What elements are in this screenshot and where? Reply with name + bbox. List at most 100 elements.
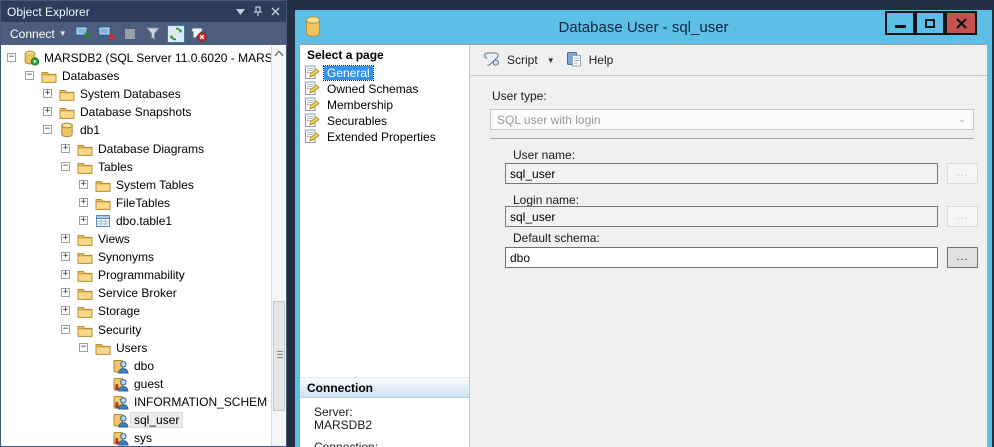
- tree-item-users[interactable]: − Users: [1, 339, 272, 357]
- folder-icon: [77, 303, 93, 319]
- scroll-up-icon[interactable]: [272, 46, 286, 61]
- error-log-icon[interactable]: [189, 24, 209, 43]
- tree-item-label: Database Diagrams: [95, 142, 207, 156]
- collapse-icon[interactable]: −: [7, 53, 16, 62]
- tree-item-system-databases[interactable]: +System Databases: [1, 85, 272, 103]
- tree-item-tables[interactable]: − Tables: [1, 158, 272, 176]
- tree-item-label: Tables: [95, 160, 136, 174]
- minimize-button[interactable]: [885, 11, 915, 35]
- user-type-value: SQL user with login: [497, 113, 601, 127]
- tree-item-db1[interactable]: − db1: [1, 121, 272, 139]
- chevron-down-icon[interactable]: [236, 9, 245, 15]
- tree-item-filetables[interactable]: +FileTables: [1, 194, 272, 212]
- tree-scrollbar[interactable]: [271, 46, 286, 446]
- expand-icon[interactable]: +: [61, 252, 70, 261]
- connect-server-icon[interactable]: [74, 24, 94, 43]
- tree-item-database-diagrams[interactable]: + Database Diagrams: [1, 140, 272, 158]
- page-item-general[interactable]: General: [304, 65, 464, 81]
- tree-item-database-snapshots[interactable]: +Database Snapshots: [1, 103, 272, 121]
- refresh-icon[interactable]: [166, 24, 186, 43]
- page-item-label: Owned Schemas: [324, 82, 421, 96]
- tree-item-dbo[interactable]: dbo: [1, 357, 272, 375]
- script-button[interactable]: Script: [505, 53, 540, 67]
- page-item-label: Extended Properties: [324, 130, 439, 144]
- user-name-browse-button[interactable]: ...: [947, 163, 978, 184]
- tree-item-views[interactable]: +Views: [1, 230, 272, 248]
- expand-icon[interactable]: +: [61, 270, 70, 279]
- user-type-combobox[interactable]: SQL user with login ⌄: [490, 109, 974, 130]
- page-item-owned-schemas[interactable]: Owned Schemas: [304, 81, 464, 97]
- connect-button[interactable]: Connect ▼: [7, 25, 70, 43]
- script-dropdown-icon[interactable]: ▼: [547, 56, 555, 65]
- folder-icon: [95, 195, 111, 211]
- tree-item-label: INFORMATION_SCHEM: [131, 395, 270, 409]
- server-label: Server:: [314, 405, 353, 419]
- maximize-button[interactable]: [915, 11, 945, 35]
- close-icon[interactable]: [271, 7, 280, 16]
- default-schema-input[interactable]: dbo: [505, 247, 938, 268]
- object-explorer-toolbar: Connect ▼: [0, 22, 287, 45]
- collapse-icon[interactable]: −: [61, 325, 70, 334]
- expand-icon[interactable]: +: [79, 216, 88, 225]
- script-icon: [483, 51, 500, 70]
- tree-item-label: db1: [77, 123, 103, 137]
- login-name-value: sql_user: [510, 210, 555, 224]
- page-item-label: Securables: [324, 114, 390, 128]
- user-deny-icon: [113, 376, 129, 392]
- tree-item-synonyms[interactable]: +Synonyms: [1, 248, 272, 266]
- page-item-label: General: [324, 66, 373, 80]
- tree-item-sql-user[interactable]: sql_user: [1, 411, 272, 429]
- tree-item-sys[interactable]: sys: [1, 429, 272, 447]
- user-name-label: User name:: [513, 148, 575, 162]
- close-button[interactable]: [945, 11, 977, 35]
- expand-icon[interactable]: +: [61, 144, 70, 153]
- disconnect-server-icon[interactable]: [97, 24, 117, 43]
- page-item-securables[interactable]: Securables: [304, 113, 464, 129]
- tree-item-security[interactable]: −Security: [1, 321, 272, 339]
- page-item-extended-properties[interactable]: Extended Properties: [304, 129, 464, 145]
- chevron-down-icon: ⌄: [958, 114, 966, 125]
- expand-icon[interactable]: +: [79, 198, 88, 207]
- tree-item-system-tables[interactable]: + System Tables: [1, 176, 272, 194]
- tree-item-storage[interactable]: +Storage: [1, 302, 272, 320]
- dialog-titlebar[interactable]: Database User - sql_user: [295, 10, 992, 44]
- expand-icon[interactable]: +: [43, 89, 52, 98]
- stop-icon[interactable]: [120, 24, 140, 43]
- object-explorer-tree: −MARSDB2 (SQL Server 11.0.6020 - MARSD−D…: [0, 45, 287, 447]
- collapse-icon[interactable]: −: [25, 71, 34, 80]
- connect-label: Connect: [10, 27, 55, 41]
- expand-icon[interactable]: +: [61, 234, 70, 243]
- tree-item-marsdb2-sql-server-11-0-6020-m[interactable]: −MARSDB2 (SQL Server 11.0.6020 - MARSD: [1, 49, 272, 67]
- tree-item-label: Users: [113, 341, 150, 355]
- expand-icon[interactable]: +: [79, 180, 88, 189]
- default-schema-browse-button[interactable]: ...: [947, 247, 978, 268]
- collapse-icon[interactable]: −: [79, 343, 88, 352]
- collapse-icon[interactable]: −: [43, 125, 52, 134]
- expand-icon[interactable]: +: [61, 288, 70, 297]
- user-name-input[interactable]: sql_user: [505, 163, 938, 184]
- collapse-icon[interactable]: −: [61, 162, 70, 171]
- tree-item-service-broker[interactable]: +Service Broker: [1, 284, 272, 302]
- login-name-browse-button[interactable]: ...: [947, 206, 978, 227]
- tree-item-label: System Tables: [113, 178, 197, 192]
- tree-item-dbo-table1[interactable]: +dbo.table1: [1, 212, 272, 230]
- folder-icon: [77, 285, 93, 301]
- dialog-content: Select a page GeneralOwned SchemasMember…: [300, 44, 987, 447]
- tree-item-programmability[interactable]: + Programmability: [1, 266, 272, 284]
- page-item-membership[interactable]: Membership: [304, 97, 464, 113]
- tree-item-label: Databases: [59, 69, 122, 83]
- help-button[interactable]: Help: [587, 53, 616, 67]
- tree-item-databases[interactable]: − Databases: [1, 67, 272, 85]
- user-icon: [113, 412, 129, 428]
- tree-item-label: Programmability: [95, 268, 188, 282]
- filter-icon[interactable]: [143, 24, 163, 43]
- expand-icon[interactable]: +: [43, 107, 52, 116]
- tree-item-label: sql_user: [131, 413, 182, 427]
- pin-icon[interactable]: [253, 6, 263, 17]
- default-schema-value: dbo: [510, 251, 530, 265]
- login-name-input[interactable]: sql_user: [505, 206, 938, 227]
- expand-icon[interactable]: +: [61, 306, 70, 315]
- scrollbar-thumb[interactable]: [273, 301, 285, 411]
- tree-item-guest[interactable]: guest: [1, 375, 272, 393]
- tree-item-information-schem[interactable]: INFORMATION_SCHEM: [1, 393, 272, 411]
